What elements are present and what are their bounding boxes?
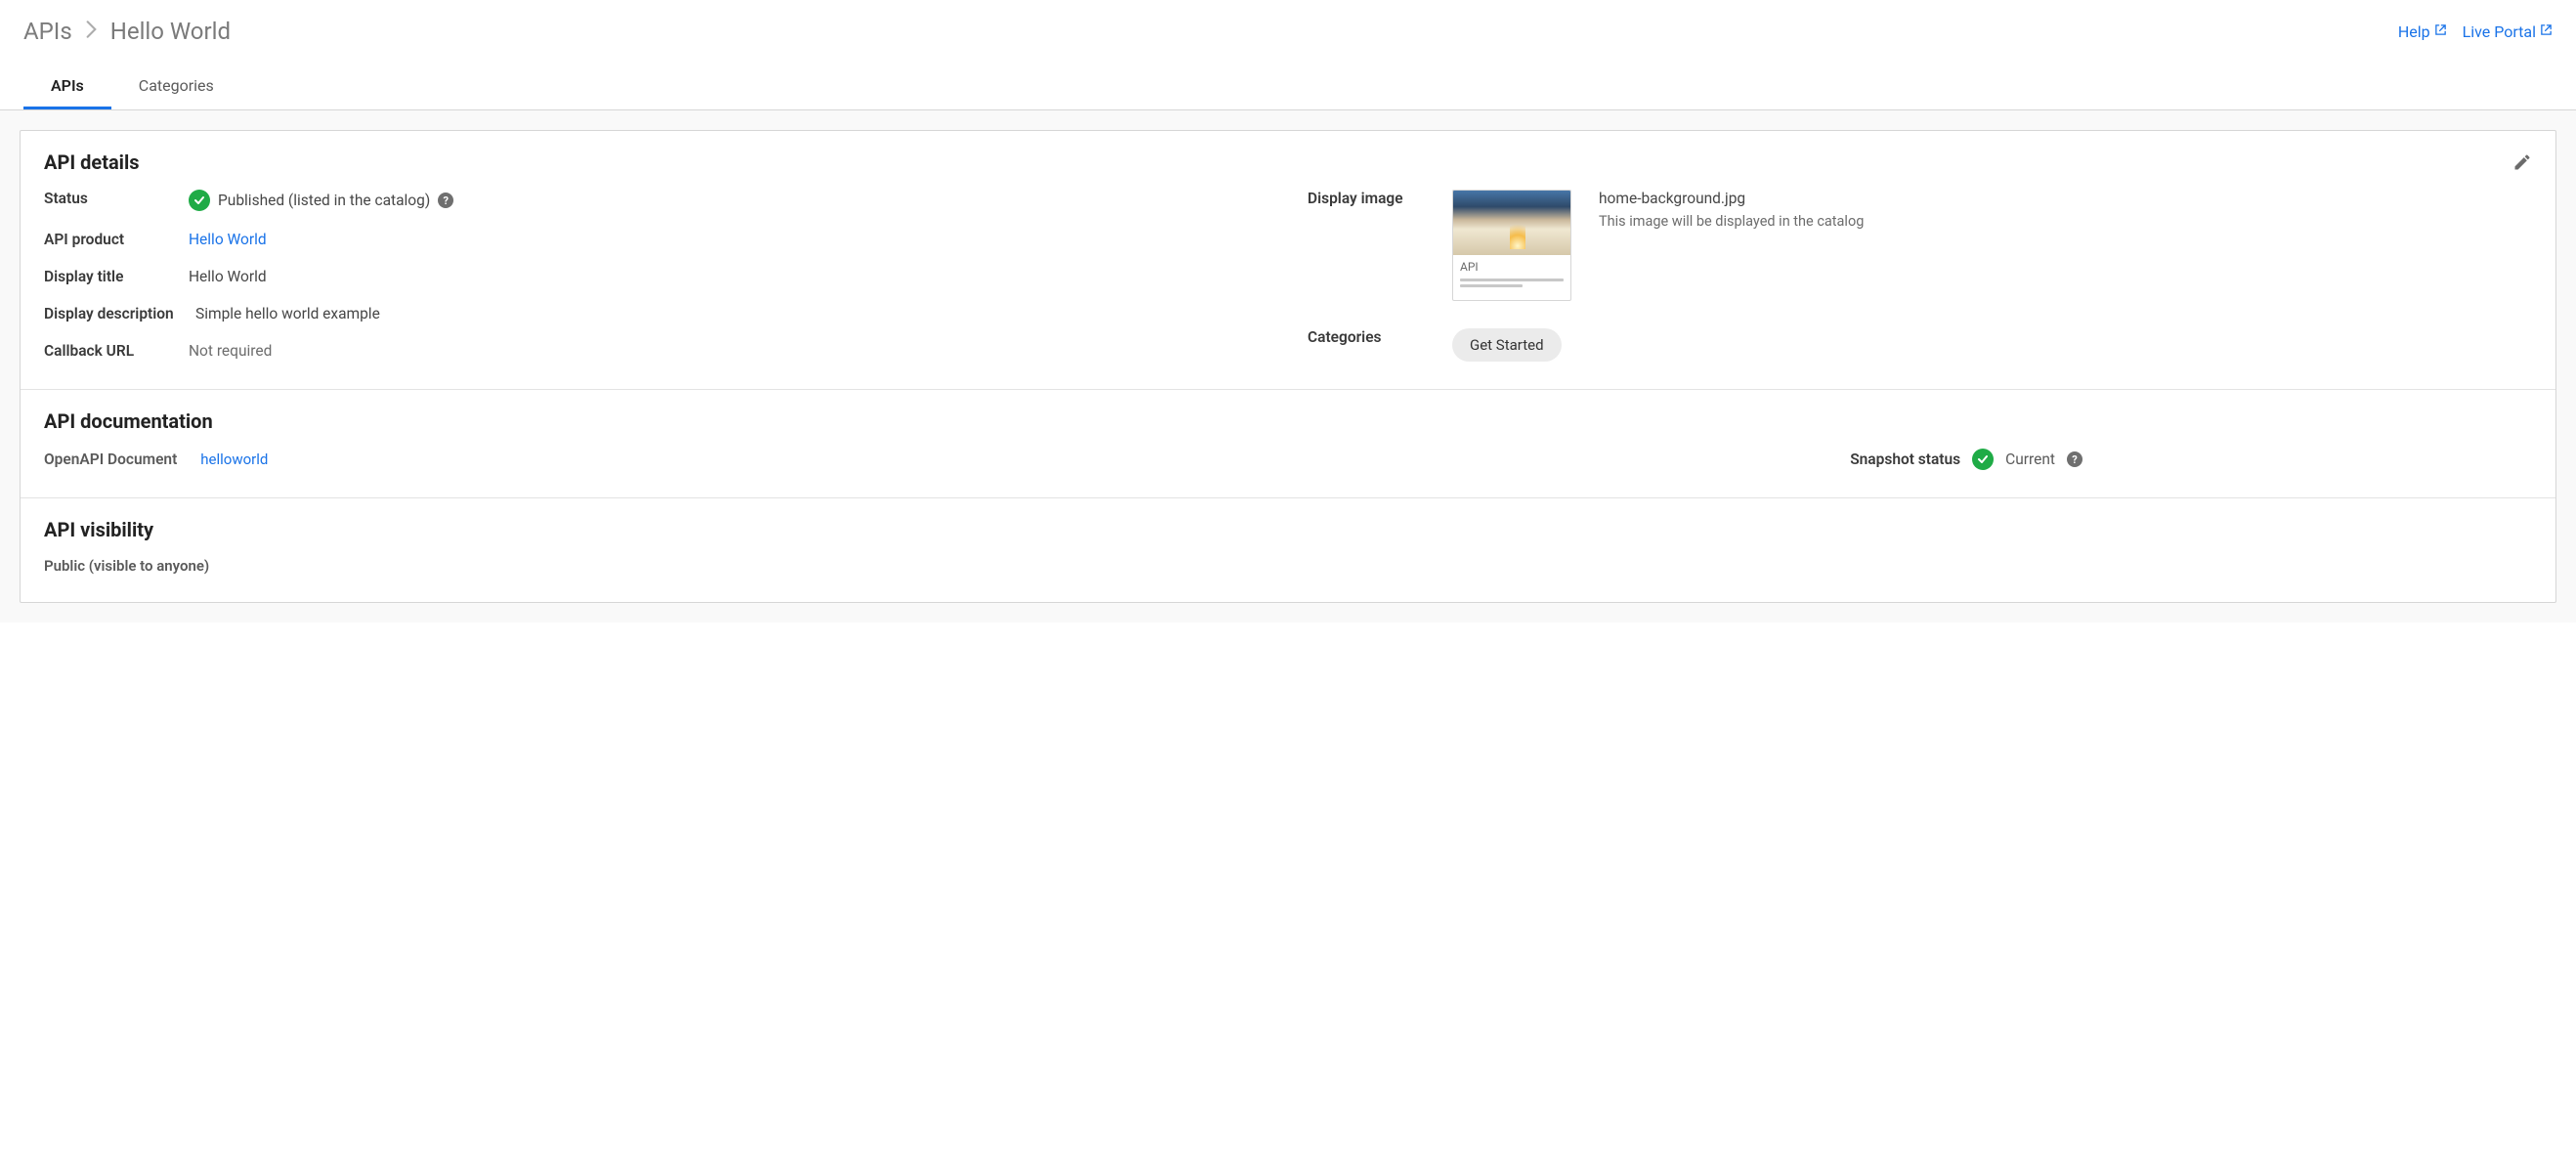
chevron-right-icon [86,20,97,44]
label-callback-url: Callback URL [44,342,189,360]
live-portal-link[interactable]: Live Portal [2463,22,2553,41]
display-image-preview: API [1452,190,1571,301]
label-display-description: Display description [44,305,195,322]
tab-apis[interactable]: APIs [23,64,111,109]
breadcrumb-current: Hello World [110,18,231,45]
edit-button[interactable] [2512,152,2532,176]
image-card-caption: API [1460,260,1564,274]
value-display-description: Simple hello world example [195,305,380,322]
image-filename: home-background.jpg [1599,190,1864,207]
image-thumbnail [1453,191,1570,255]
live-portal-link-label: Live Portal [2463,22,2536,41]
section-title-visibility: API visibility [44,518,2532,541]
section-api-details: API details Status Published (listed i [21,131,2555,390]
check-circle-icon [189,190,210,211]
check-circle-icon [1972,449,1994,470]
value-status: Published (listed in the catalog) [218,192,430,209]
value-visibility: Public (visible to anyone) [44,557,2532,575]
image-description: This image will be displayed in the cata… [1599,213,1864,230]
value-display-title: Hello World [189,268,267,285]
help-circle-icon[interactable]: ? [2067,451,2082,467]
section-title-details: API details [44,150,2532,174]
external-link-icon [2434,23,2447,40]
label-display-image: Display image [1308,190,1452,207]
breadcrumb: APIs Hello World [23,18,231,45]
label-categories: Categories [1308,328,1452,346]
section-api-documentation: API documentation OpenAPI Document hello… [21,390,2555,498]
value-snapshot-status: Current [2005,451,2055,468]
label-api-product: API product [44,231,189,248]
label-display-title: Display title [44,268,189,285]
openapi-document-link[interactable]: helloworld [200,451,268,468]
breadcrumb-root[interactable]: APIs [23,18,72,45]
label-snapshot-status: Snapshot status [1850,451,1960,468]
help-circle-icon[interactable]: ? [438,193,453,208]
help-link[interactable]: Help [2398,22,2447,41]
external-link-icon [2540,23,2553,40]
value-callback-url: Not required [189,342,272,360]
category-chip[interactable]: Get Started [1452,328,1562,362]
section-title-documentation: API documentation [44,409,2532,433]
api-product-link[interactable]: Hello World [189,231,267,248]
label-status: Status [44,190,189,207]
help-link-label: Help [2398,22,2430,41]
tab-categories[interactable]: Categories [111,64,241,109]
tab-bar: APIs Categories [0,64,2576,110]
label-openapi-document: OpenAPI Document [44,451,177,468]
section-api-visibility: API visibility Public (visible to anyone… [21,498,2555,602]
